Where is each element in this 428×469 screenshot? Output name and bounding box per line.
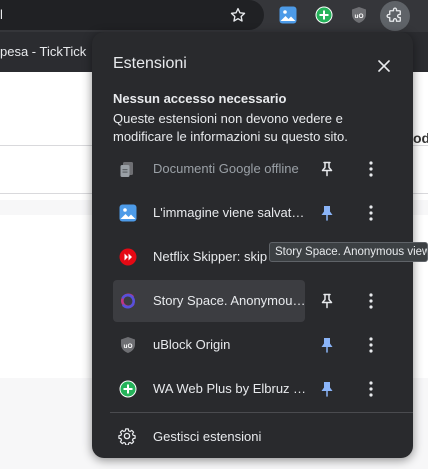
wa-web-plus-toolbar-icon[interactable] — [315, 6, 333, 24]
gear-icon — [118, 428, 136, 445]
more-options-button[interactable] — [360, 290, 382, 312]
image-saver-icon — [119, 204, 137, 222]
wa-web-plus-icon — [119, 380, 137, 398]
extension-row-story-space[interactable]: Story Space. Anonymous viewer — [113, 280, 307, 322]
ublock-origin-icon: uO — [121, 337, 135, 353]
kebab-menu-icon — [369, 337, 373, 353]
pin-filled-icon — [321, 338, 333, 353]
extension-row-ublock-origin[interactable]: uO uBlock Origin — [113, 324, 305, 366]
svg-text:uO: uO — [354, 13, 363, 20]
more-options-button[interactable] — [360, 158, 382, 180]
pin-button[interactable] — [316, 378, 338, 400]
pin-button[interactable] — [316, 334, 338, 356]
extension-row-google-docs-offline[interactable]: Documenti Google offline — [113, 148, 305, 190]
popup-divider — [110, 412, 413, 413]
tooltip: Story Space. Anonymous viewer — [269, 242, 428, 262]
kebab-menu-icon — [369, 381, 373, 397]
ublock-origin-toolbar-icon[interactable]: uO — [350, 6, 368, 24]
more-options-button[interactable] — [360, 334, 382, 356]
popup-title: Estensioni — [113, 55, 187, 72]
extension-row-image-saver[interactable]: L'immagine viene salvata come... — [113, 192, 307, 234]
pin-button[interactable] — [316, 290, 338, 312]
image-saver-toolbar-icon[interactable] — [279, 6, 297, 24]
close-icon — [378, 60, 390, 72]
bookmark-star-icon[interactable] — [229, 6, 247, 24]
kebab-menu-icon — [369, 293, 373, 309]
section-description: Queste estensioni non devono vedere e mo… — [113, 111, 348, 144]
pin-button[interactable] — [316, 158, 338, 180]
extension-name: L'immagine viene salvata come... — [153, 205, 307, 220]
pin-filled-icon — [321, 382, 333, 397]
tooltip-text: Story Space. Anonymous viewer — [275, 246, 428, 258]
section-heading: Nessun accesso necessario — [113, 91, 287, 106]
pin-outline-icon — [321, 161, 333, 177]
kebab-menu-icon — [369, 205, 373, 221]
extensions-menu-button[interactable] — [380, 1, 410, 31]
pin-filled-icon — [321, 206, 333, 221]
manage-extensions-button[interactable]: Gestisci estensioni — [113, 422, 373, 450]
extension-name: WA Web Plus by Elbruz Technologies — [153, 381, 307, 396]
tab-ticktick[interactable]: pesa - TickTick — [0, 44, 86, 59]
extension-name: Story Space. Anonymous viewer — [153, 293, 307, 308]
manage-extensions-label: Gestisci estensioni — [153, 429, 262, 444]
close-button[interactable] — [372, 54, 396, 78]
pin-outline-icon — [321, 293, 333, 309]
kebab-menu-icon — [369, 161, 373, 177]
extension-name: uBlock Origin — [153, 337, 231, 352]
netflix-skipper-icon — [119, 248, 137, 266]
address-bar-text: l — [0, 7, 3, 22]
svg-text:uO: uO — [123, 343, 132, 350]
browser-toolbar: l uO — [0, 0, 428, 32]
pin-button[interactable] — [316, 202, 338, 224]
more-options-button[interactable] — [360, 202, 382, 224]
google-docs-offline-icon — [120, 162, 133, 177]
story-space-icon — [121, 293, 135, 309]
more-options-button[interactable] — [360, 378, 382, 400]
extension-name: Documenti Google offline — [153, 161, 299, 176]
address-bar[interactable]: l — [0, 0, 264, 30]
extension-row-wa-web-plus[interactable]: WA Web Plus by Elbruz Technologies — [113, 368, 307, 410]
page-peek-text: od — [413, 130, 428, 146]
puzzle-icon — [386, 7, 401, 22]
